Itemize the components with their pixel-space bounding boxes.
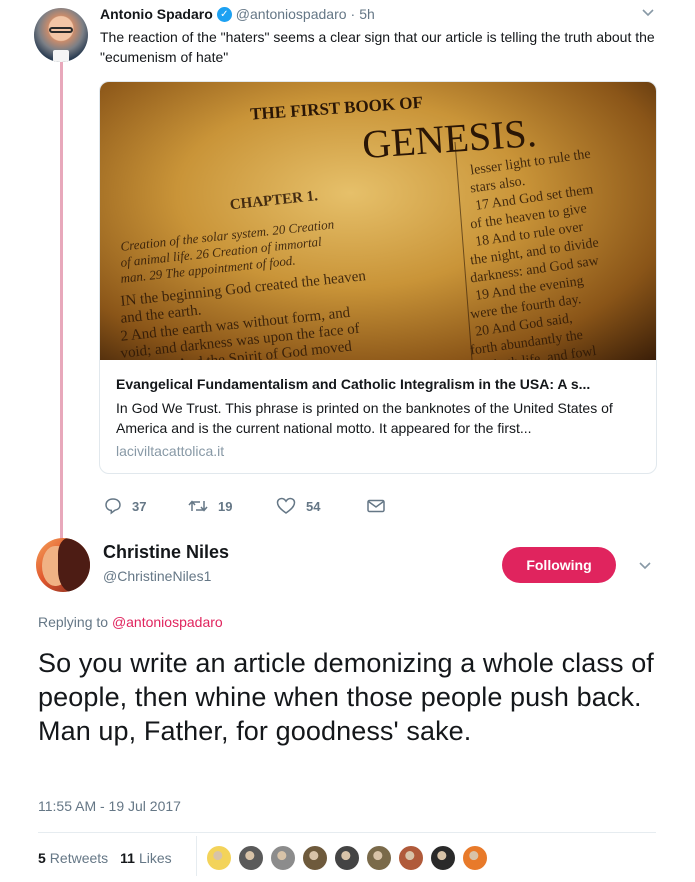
like-count: 54: [306, 498, 321, 514]
envelope-icon: [367, 499, 385, 513]
avatar[interactable]: [36, 538, 90, 592]
divider: [196, 836, 197, 876]
tweet-timestamp[interactable]: 11:55 AM - 19 Jul 2017: [38, 798, 181, 814]
liker-avatar[interactable]: [206, 845, 232, 871]
likers-avatars: [206, 845, 494, 871]
author-name[interactable]: Antonio Spadaro: [100, 6, 213, 22]
tweet-text: So you write an article demonizing a who…: [38, 648, 654, 746]
card-image[interactable]: THE FIRST BOOK OF GENESIS. CHAPTER 1. Cr…: [100, 82, 656, 360]
replying-to-link[interactable]: @antoniospadaro: [112, 614, 223, 630]
retweet-icon: [188, 500, 208, 512]
author-handle[interactable]: @ChristineNiles1: [103, 568, 211, 584]
link-card[interactable]: THE FIRST BOOK OF GENESIS. CHAPTER 1. Cr…: [99, 81, 657, 474]
tweet-header: Antonio Spadaro ✓ @antoniospadaro · 5h: [100, 6, 375, 22]
liker-avatar[interactable]: [398, 845, 424, 871]
divider: [38, 832, 656, 833]
tweet-text: The reaction of the "haters" seems a cle…: [100, 29, 655, 65]
reply-count: 37: [132, 498, 147, 514]
following-button[interactable]: Following: [502, 547, 616, 583]
retweets-count: 5: [38, 850, 46, 866]
retweet-button[interactable]: 19: [188, 494, 232, 518]
avatar[interactable]: [34, 8, 88, 62]
author-handle[interactable]: @antoniospadaro: [236, 6, 347, 22]
thread-connector-line: [60, 62, 63, 540]
replying-to: Replying to @antoniospadaro: [38, 614, 223, 630]
direct-message-button[interactable]: [366, 494, 396, 518]
likes-stat[interactable]: 11 Likes: [120, 850, 172, 866]
card-domain: laciviltacattolica.it: [116, 443, 225, 459]
liker-avatar[interactable]: [462, 845, 488, 871]
retweets-label: Retweets: [49, 850, 109, 866]
separator-dot: ·: [350, 6, 356, 22]
reply-icon: [105, 498, 121, 515]
verified-icon: ✓: [216, 6, 232, 22]
card-title[interactable]: Evangelical Fundamentalism and Catholic …: [116, 374, 646, 394]
reply-button[interactable]: 37: [104, 494, 146, 518]
liker-avatar[interactable]: [238, 845, 264, 871]
like-button[interactable]: 54: [276, 494, 320, 518]
chevron-down-icon[interactable]: [641, 6, 655, 20]
replying-prefix: Replying to: [38, 614, 109, 630]
card-description: In God We Trust. This phrase is printed …: [116, 400, 613, 436]
author-name[interactable]: Christine Niles: [103, 542, 229, 563]
liker-avatar[interactable]: [334, 845, 360, 871]
tweet-time[interactable]: 5h: [359, 6, 375, 22]
svg-text:CHAPTER 1.: CHAPTER 1.: [229, 188, 319, 213]
liker-avatar[interactable]: [366, 845, 392, 871]
tweet-stats: 5 Retweets 11 Likes: [38, 850, 184, 866]
heart-icon: [276, 497, 296, 514]
likes-count: 11: [120, 850, 135, 866]
liker-avatar[interactable]: [302, 845, 328, 871]
retweets-stat[interactable]: 5 Retweets: [38, 850, 108, 866]
liker-avatar[interactable]: [270, 845, 296, 871]
likes-label: Likes: [138, 850, 172, 866]
liker-avatar[interactable]: [430, 845, 456, 871]
chevron-down-icon[interactable]: [638, 559, 652, 573]
retweet-count: 19: [218, 498, 233, 514]
